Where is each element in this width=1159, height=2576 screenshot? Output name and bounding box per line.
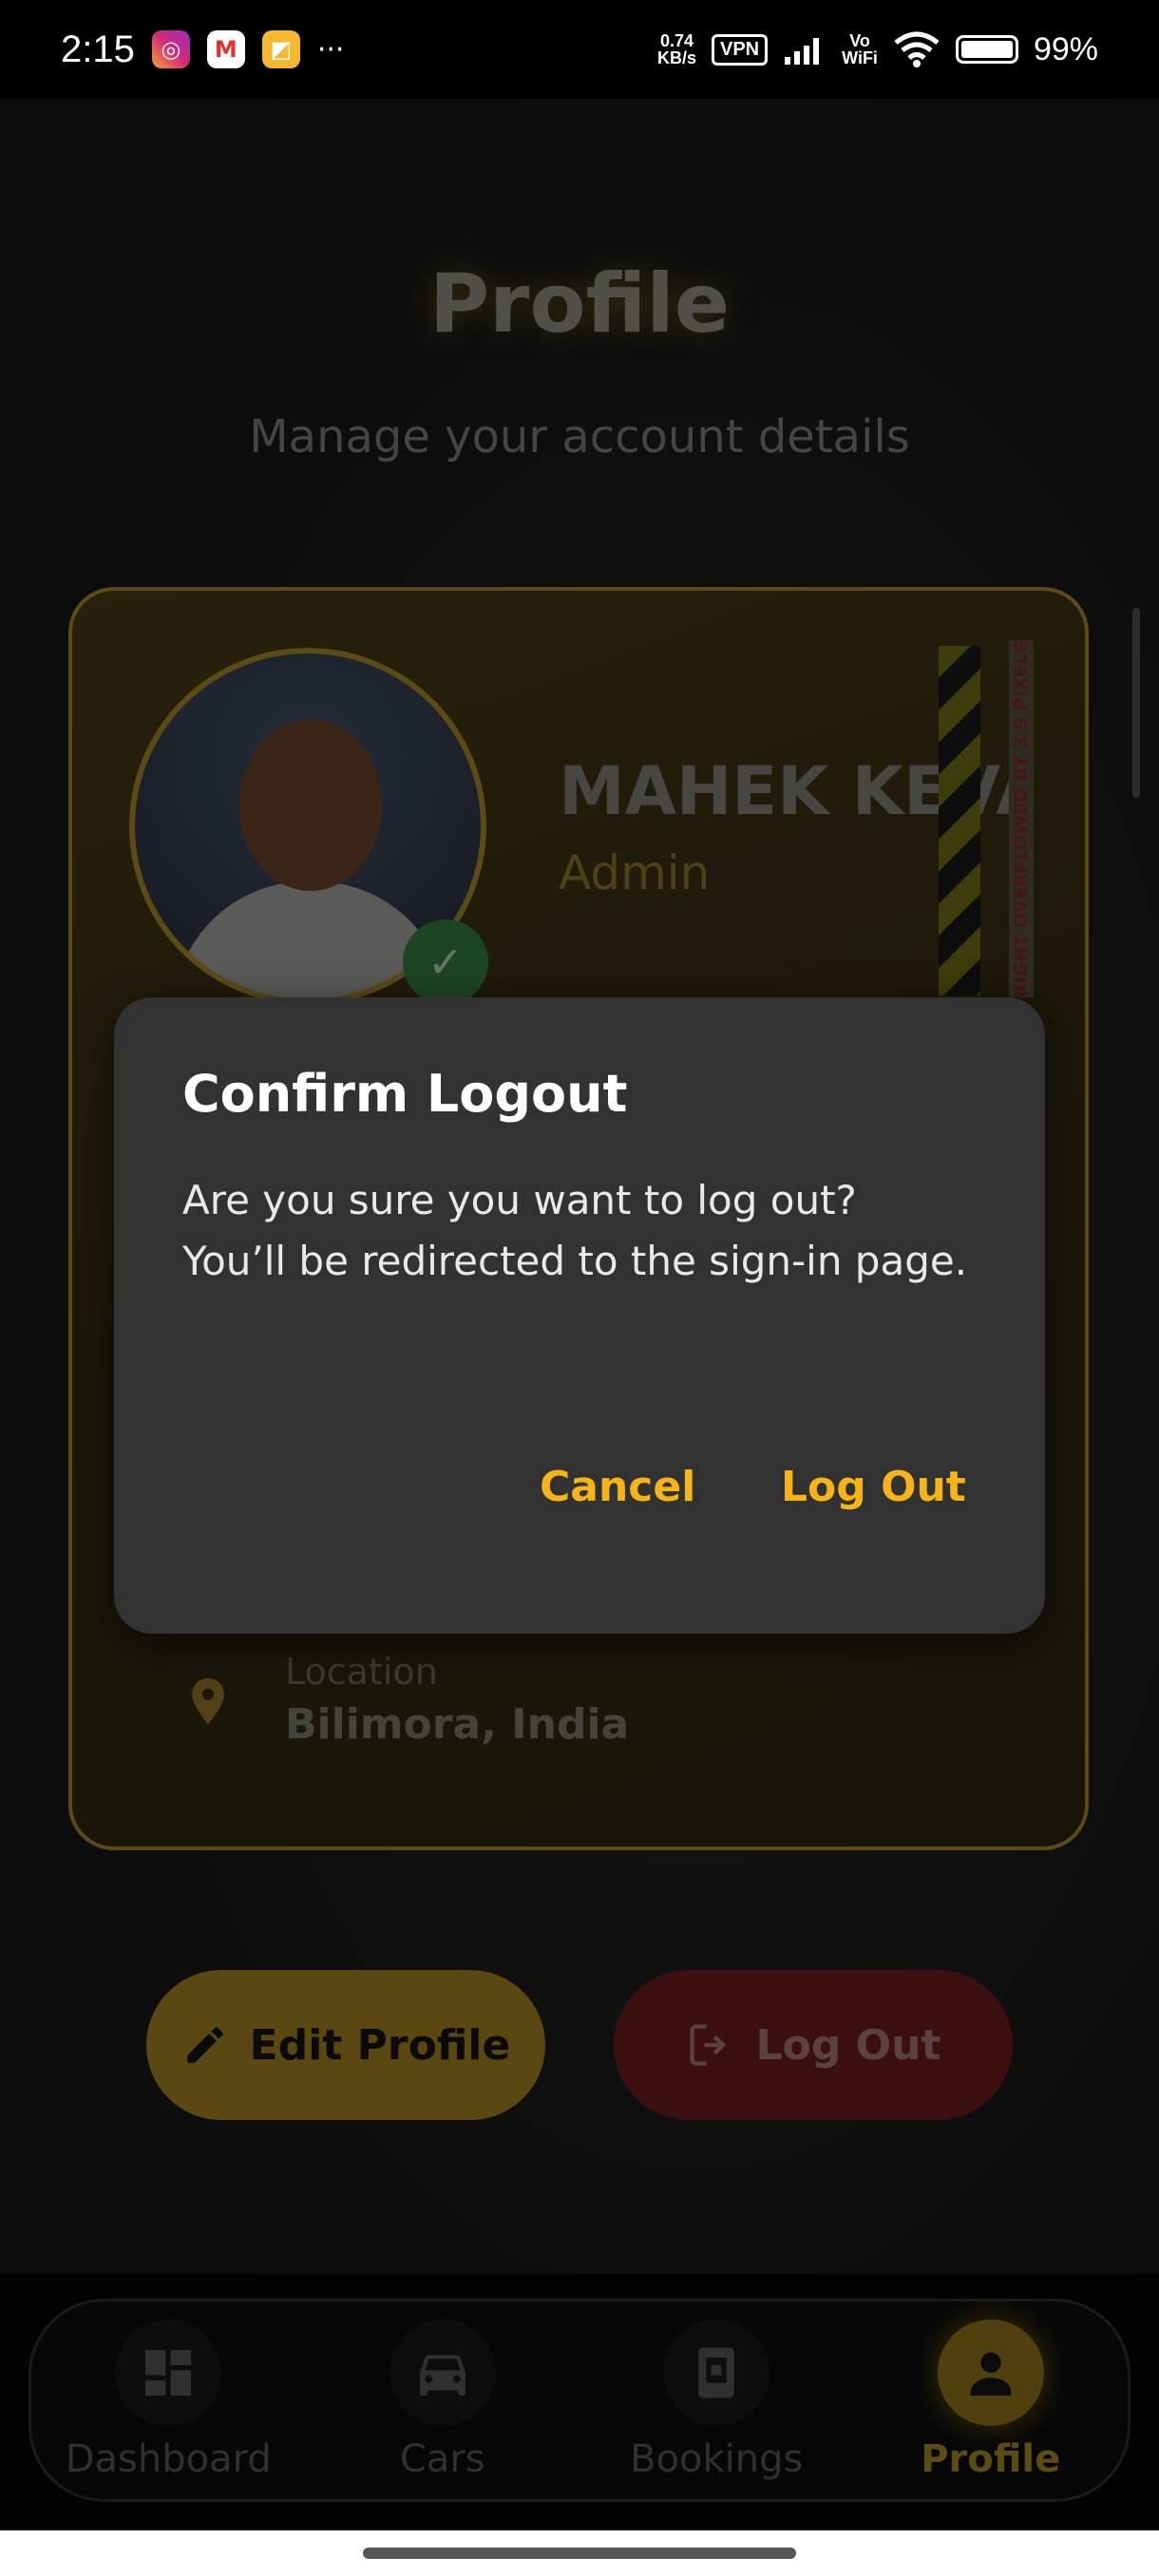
more-notifications-icon: ··· xyxy=(316,32,345,66)
status-time: 2:15 xyxy=(61,28,135,70)
net-speed-value: 0.74 xyxy=(659,31,694,50)
gmail-icon: M xyxy=(206,30,245,68)
net-speed-unit: KB/s xyxy=(656,48,696,67)
home-indicator[interactable] xyxy=(363,2548,796,2559)
instagram-icon: ◎ xyxy=(151,30,190,68)
confirm-logout-dialog: Confirm Logout Are you sure you want to … xyxy=(114,997,1045,1634)
signal-icon xyxy=(785,38,820,65)
vpn-icon: VPN xyxy=(711,33,769,66)
volte-line2: WiFi xyxy=(842,48,878,67)
dialog-logout-button[interactable]: Log Out xyxy=(781,1463,966,1511)
wifi-icon xyxy=(894,31,940,67)
status-bar: 2:15 ◎ M ◩ ··· 0.74 KB/s VPN Vo WiFi 99% xyxy=(0,0,1159,99)
dialog-cancel-button[interactable]: Cancel xyxy=(540,1463,695,1511)
net-speed: 0.74 KB/s xyxy=(657,32,696,66)
volte-line1: Vo xyxy=(849,31,870,50)
battery-icon xyxy=(955,35,1018,64)
vowifi-icon: Vo WiFi xyxy=(842,32,878,66)
status-left: 2:15 ◎ M ◩ ··· xyxy=(61,28,344,71)
status-right: 0.74 KB/s VPN Vo WiFi 99% xyxy=(657,31,1098,68)
battery-percent: 99% xyxy=(1033,30,1098,67)
dialog-message: Are you sure you want to log out? You’ll… xyxy=(182,1177,968,1284)
notes-icon: ◩ xyxy=(261,30,300,68)
dialog-title: Confirm Logout xyxy=(182,1064,628,1124)
